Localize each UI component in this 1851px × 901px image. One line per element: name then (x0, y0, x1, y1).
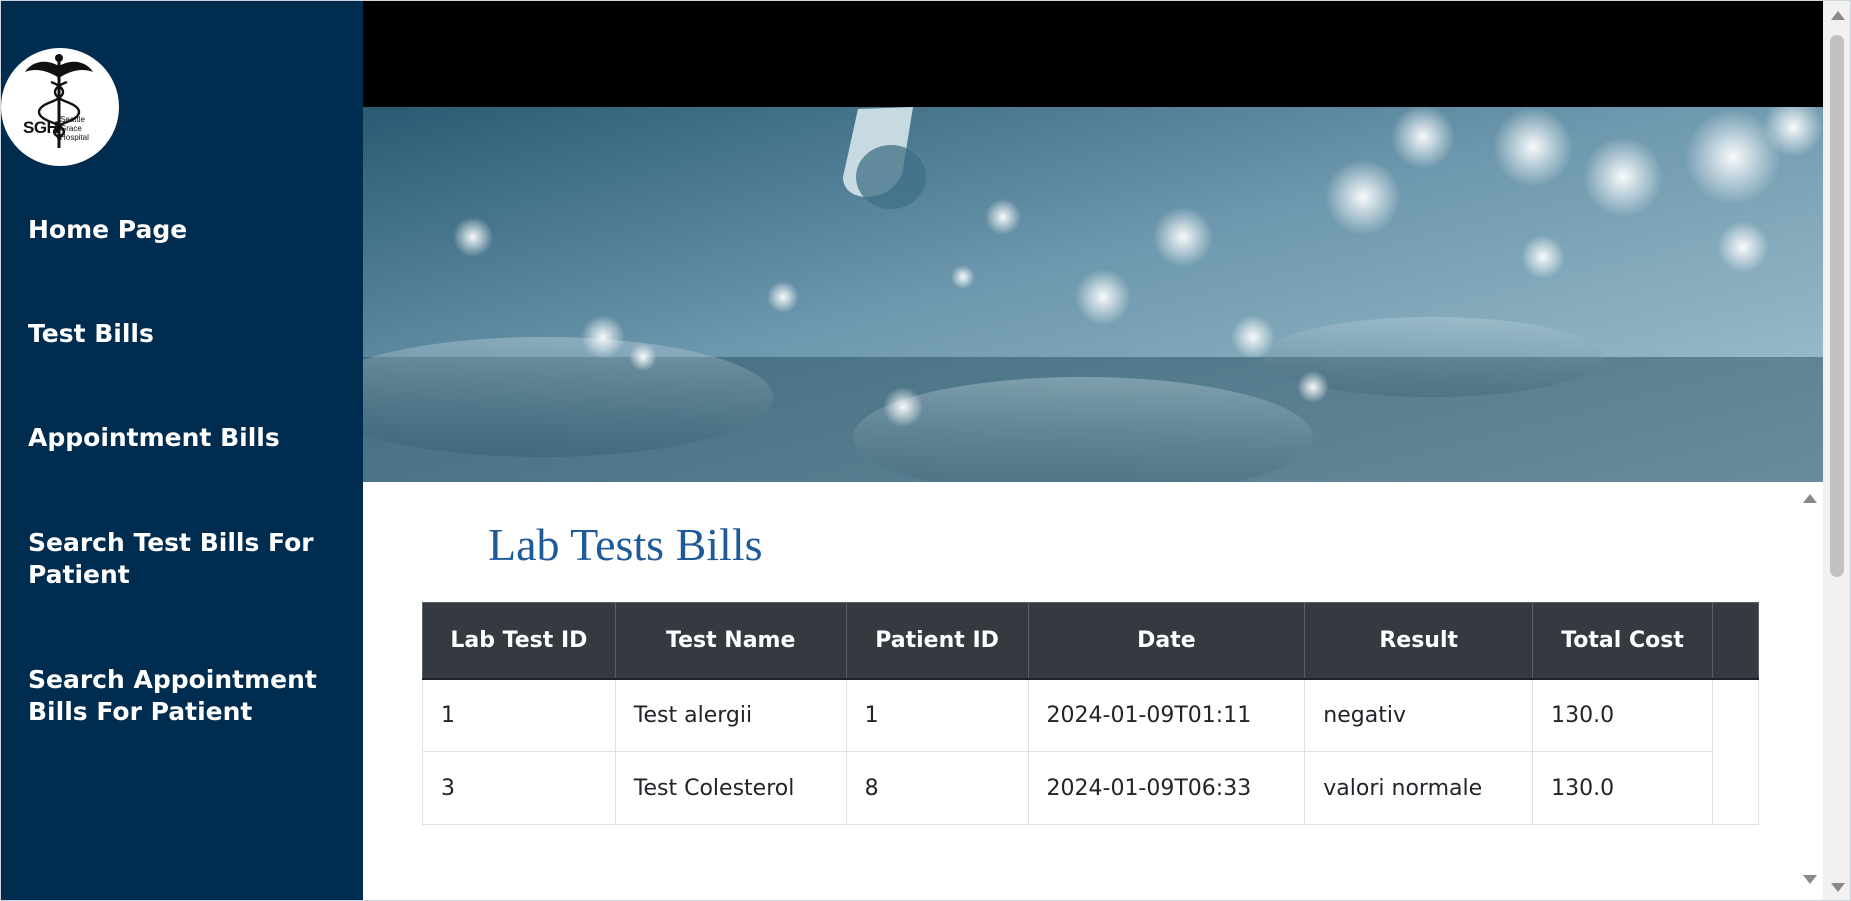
sidebar-item-search-appointment-bills[interactable]: Search Appointment Bills For Patient (28, 664, 328, 728)
hospital-logo[interactable]: SGH Seattle Grace Hospital (1, 48, 119, 166)
hero-banner-image (363, 107, 1823, 482)
sidebar-item-home-page[interactable]: Home Page (28, 214, 328, 246)
sidebar: SGH Seattle Grace Hospital Home Page Tes… (1, 1, 363, 900)
sidebar-item-test-bills[interactable]: Test Bills (28, 318, 328, 350)
table-row: 3 Test Colesterol 8 2024-01-09T06:33 val… (422, 751, 1759, 825)
page-scrollbar[interactable] (1823, 1, 1850, 900)
column-header-total-cost: Total Cost (1532, 602, 1713, 680)
column-header-test-name: Test Name (614, 602, 847, 680)
cell-lab-test-id: 1 (422, 678, 616, 752)
cell-result: valori normale (1304, 751, 1534, 825)
cell-date: 2024-01-09T01:11 (1027, 678, 1306, 752)
column-header-lab-test-id: Lab Test ID (422, 602, 616, 680)
table-header-row: Lab Test ID Test Name Patient ID Date Re… (422, 602, 1760, 680)
cell-total-cost: 130.0 (1532, 678, 1713, 752)
column-header-patient-id: Patient ID (845, 602, 1029, 680)
page-scroll-up-arrow-icon[interactable] (1831, 11, 1845, 20)
page-scrollbar-thumb[interactable] (1830, 35, 1844, 577)
logo-text-line2: Grace (60, 124, 82, 133)
scroll-down-arrow-icon[interactable] (1803, 875, 1817, 884)
cell-test-name: Test Colesterol (614, 751, 847, 825)
sidebar-item-search-test-bills[interactable]: Search Test Bills For Patient (28, 527, 328, 591)
cell-patient-id: 8 (845, 751, 1029, 825)
caduceus-icon (25, 54, 93, 148)
app-window: SGH Seattle Grace Hospital Home Page Tes… (0, 0, 1851, 901)
main-content: Lab Tests Bills Lab Test ID Test Name Pa… (363, 1, 1823, 900)
cell-test-name: Test alergii (614, 678, 847, 752)
cell-patient-id: 1 (845, 678, 1029, 752)
column-header-result: Result (1304, 602, 1534, 680)
lab-tests-bills-table: Lab Test ID Test Name Patient ID Date Re… (422, 602, 1760, 825)
page-scroll-down-arrow-icon[interactable] (1831, 883, 1845, 892)
page-title: Lab Tests Bills (488, 519, 763, 570)
column-header-empty (1711, 602, 1760, 680)
cell-empty (1711, 678, 1760, 825)
column-header-date: Date (1027, 602, 1306, 680)
top-bar (363, 1, 1823, 107)
cell-total-cost: 130.0 (1532, 751, 1713, 825)
logo-text-line1: Seattle (60, 115, 85, 124)
logo-initials: SGH (23, 118, 59, 137)
logo-text-line3: Hospital (60, 133, 89, 142)
sidebar-item-appointment-bills[interactable]: Appointment Bills (28, 422, 328, 454)
content-scrollbar[interactable] (1795, 482, 1823, 900)
cell-result: negativ (1304, 678, 1534, 752)
table-row: 1 Test alergii 1 2024-01-09T01:11 negati… (422, 678, 1760, 825)
cell-lab-test-id: 3 (422, 751, 616, 825)
cell-date: 2024-01-09T06:33 (1027, 751, 1306, 825)
scroll-up-arrow-icon[interactable] (1803, 494, 1817, 503)
